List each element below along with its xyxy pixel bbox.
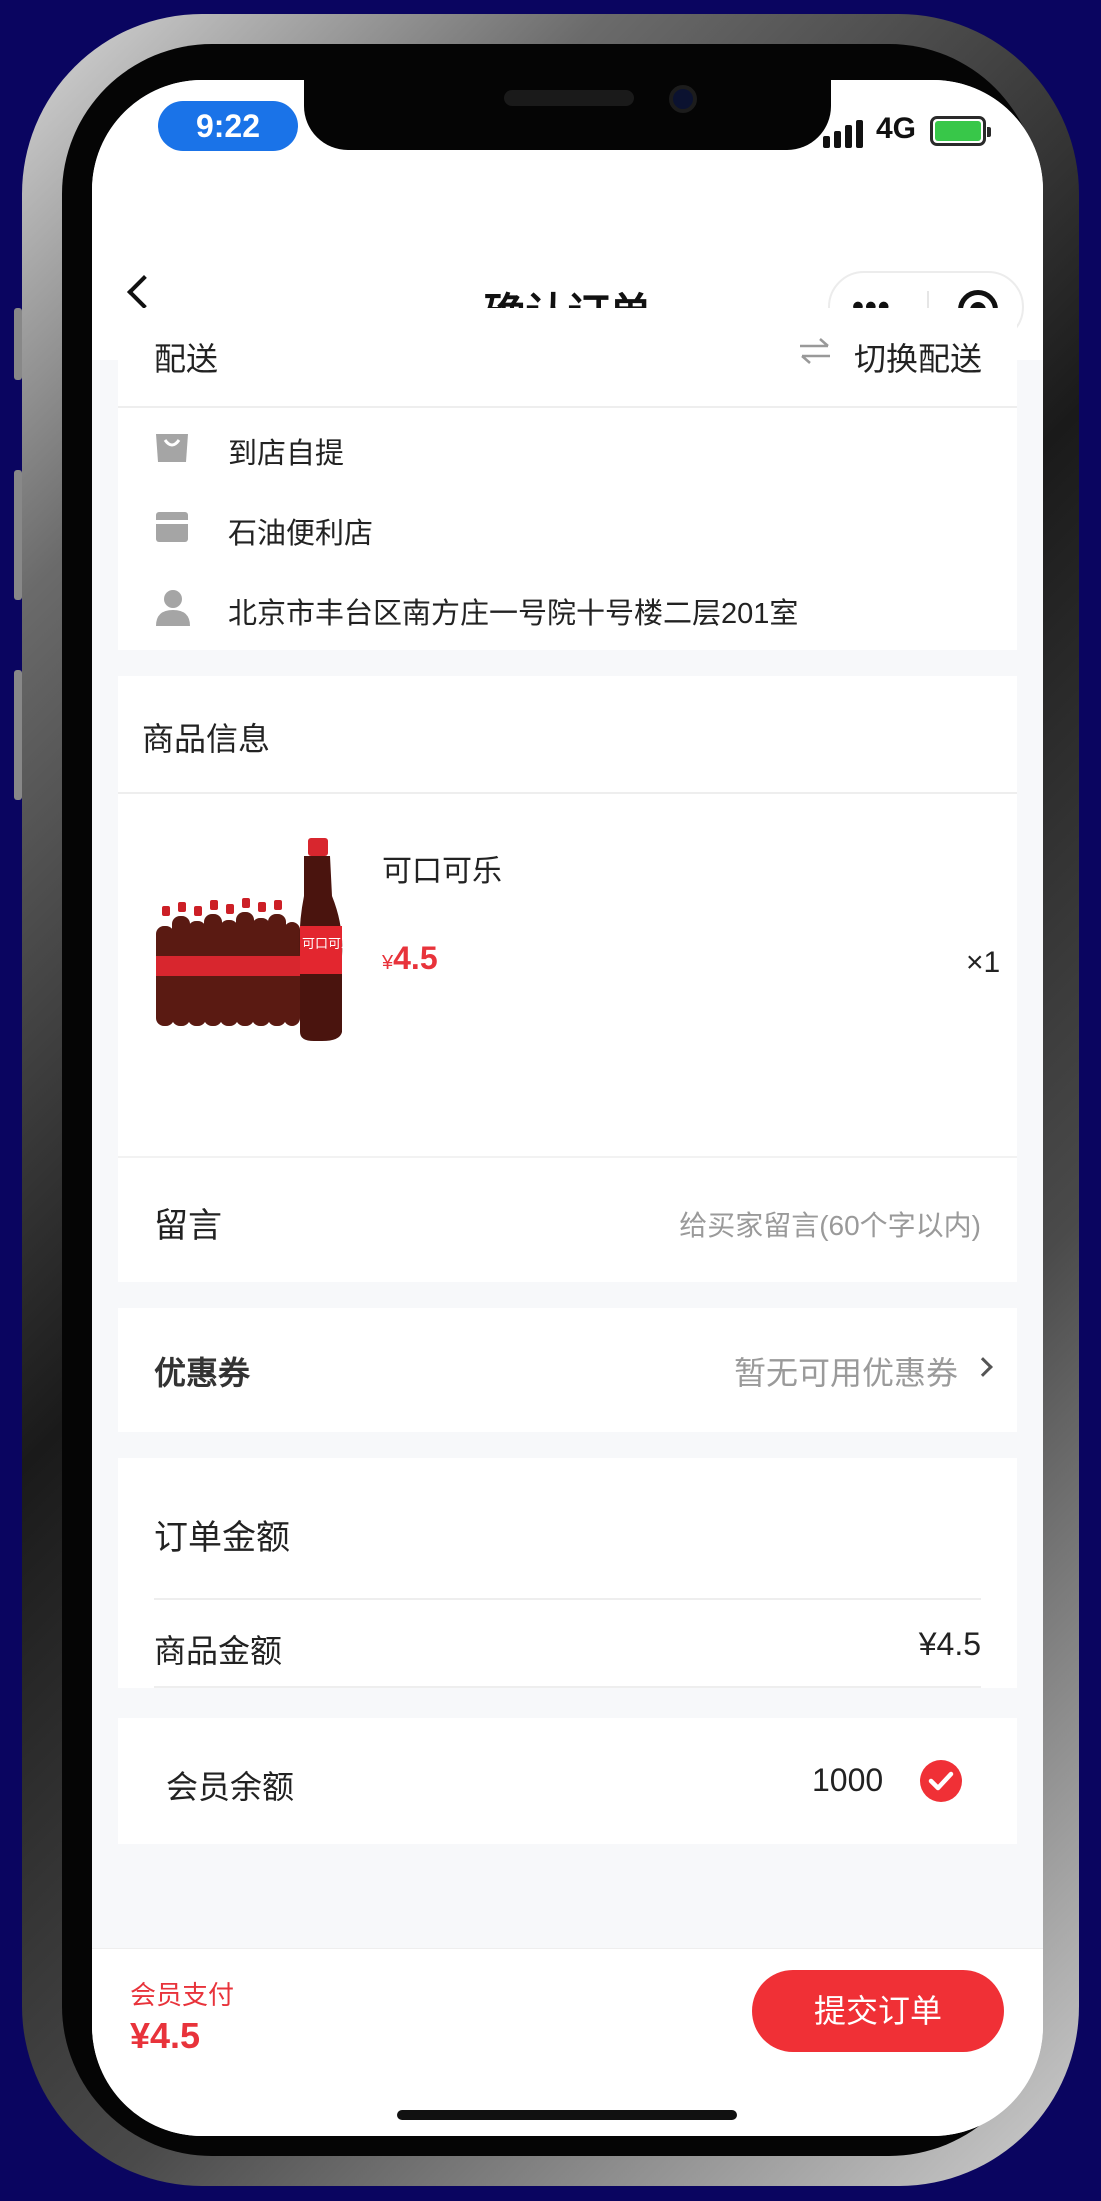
network-type: 4G xyxy=(876,112,917,145)
coupon-value: 暂无可用优惠券 xyxy=(734,1355,959,1391)
amount-divider xyxy=(154,1598,981,1600)
status-time: 9:22 xyxy=(158,101,298,151)
mute-switch xyxy=(14,308,22,380)
currency-symbol: ¥ xyxy=(382,952,394,974)
order-amount-card: 订单金额 商品金额 ¥4.5 xyxy=(118,1458,1017,1688)
coupon-card[interactable]: 优惠券 暂无可用优惠券 xyxy=(118,1308,1017,1432)
speaker xyxy=(504,90,634,106)
app-screen: 9:22 4G 确认订单 ••• 配送 切换配送 xyxy=(92,80,1043,2136)
amount-bottom-divider xyxy=(154,1686,981,1688)
store-icon xyxy=(154,508,190,544)
battery-icon xyxy=(930,116,991,146)
front-camera xyxy=(669,85,697,113)
pay-amount: ¥4.5 xyxy=(130,2015,201,2056)
goods-amount-value: ¥4.5 xyxy=(918,1626,981,1662)
address-text: 北京市丰台区南方庄一号院十号楼二层201室 xyxy=(228,598,799,630)
svg-text:可口可乐: 可口可乐 xyxy=(302,937,344,952)
message-label: 留言 xyxy=(154,1207,222,1245)
store-name: 石油便利店 xyxy=(228,518,374,550)
product-name: 可口可乐 xyxy=(382,855,502,888)
balance-value: 1000 xyxy=(812,1762,884,1798)
bottom-bar: 会员支付 ¥4.5 提交订单 xyxy=(92,1948,1043,2136)
goods-card: 商品信息 可口可 可口可乐 ¥4.5 ×1 留言 给买家留言(60个字以内) xyxy=(118,676,1017,1282)
home-indicator[interactable] xyxy=(397,2110,737,2120)
switch-arrows-icon[interactable] xyxy=(798,336,832,366)
delivery-card: 配送 切换配送 到店自提 石油便利店 北京市丰台区南方庄一号院十号楼二层201室 xyxy=(118,308,1017,650)
product-price: ¥4.5 xyxy=(382,940,438,977)
goods-divider xyxy=(118,792,1017,794)
user-icon xyxy=(154,588,192,626)
pay-method-label: 会员支付 xyxy=(130,1980,235,2010)
volume-up-button xyxy=(14,470,22,600)
signal-icon xyxy=(823,120,863,148)
notch xyxy=(304,80,831,150)
product-quantity: ×1 xyxy=(966,946,1001,979)
bag-icon xyxy=(154,428,190,464)
coupon-label: 优惠券 xyxy=(154,1355,251,1391)
message-input[interactable]: 给买家留言(60个字以内) xyxy=(679,1204,981,1244)
goods-title: 商品信息 xyxy=(142,721,271,757)
member-balance-card[interactable]: 会员余额 1000 xyxy=(118,1718,1017,1844)
goods-amount-label: 商品金额 xyxy=(154,1633,283,1669)
order-amount-title: 订单金额 xyxy=(154,1519,290,1557)
switch-delivery-button[interactable]: 切换配送 xyxy=(854,334,982,380)
message-divider xyxy=(118,1156,1017,1158)
pickup-label: 到店自提 xyxy=(228,438,345,470)
volume-down-button xyxy=(14,670,22,800)
balance-label: 会员余额 xyxy=(166,1769,295,1805)
delivery-title: 配送 xyxy=(154,341,219,377)
product-image: 可口可乐 xyxy=(154,836,354,1041)
delivery-divider xyxy=(118,406,1017,408)
submit-order-button[interactable]: 提交订单 xyxy=(752,1970,1004,2052)
chevron-right-icon xyxy=(973,1357,993,1377)
price-value: 4.5 xyxy=(393,940,438,976)
checkmark-icon[interactable] xyxy=(920,1760,962,1802)
